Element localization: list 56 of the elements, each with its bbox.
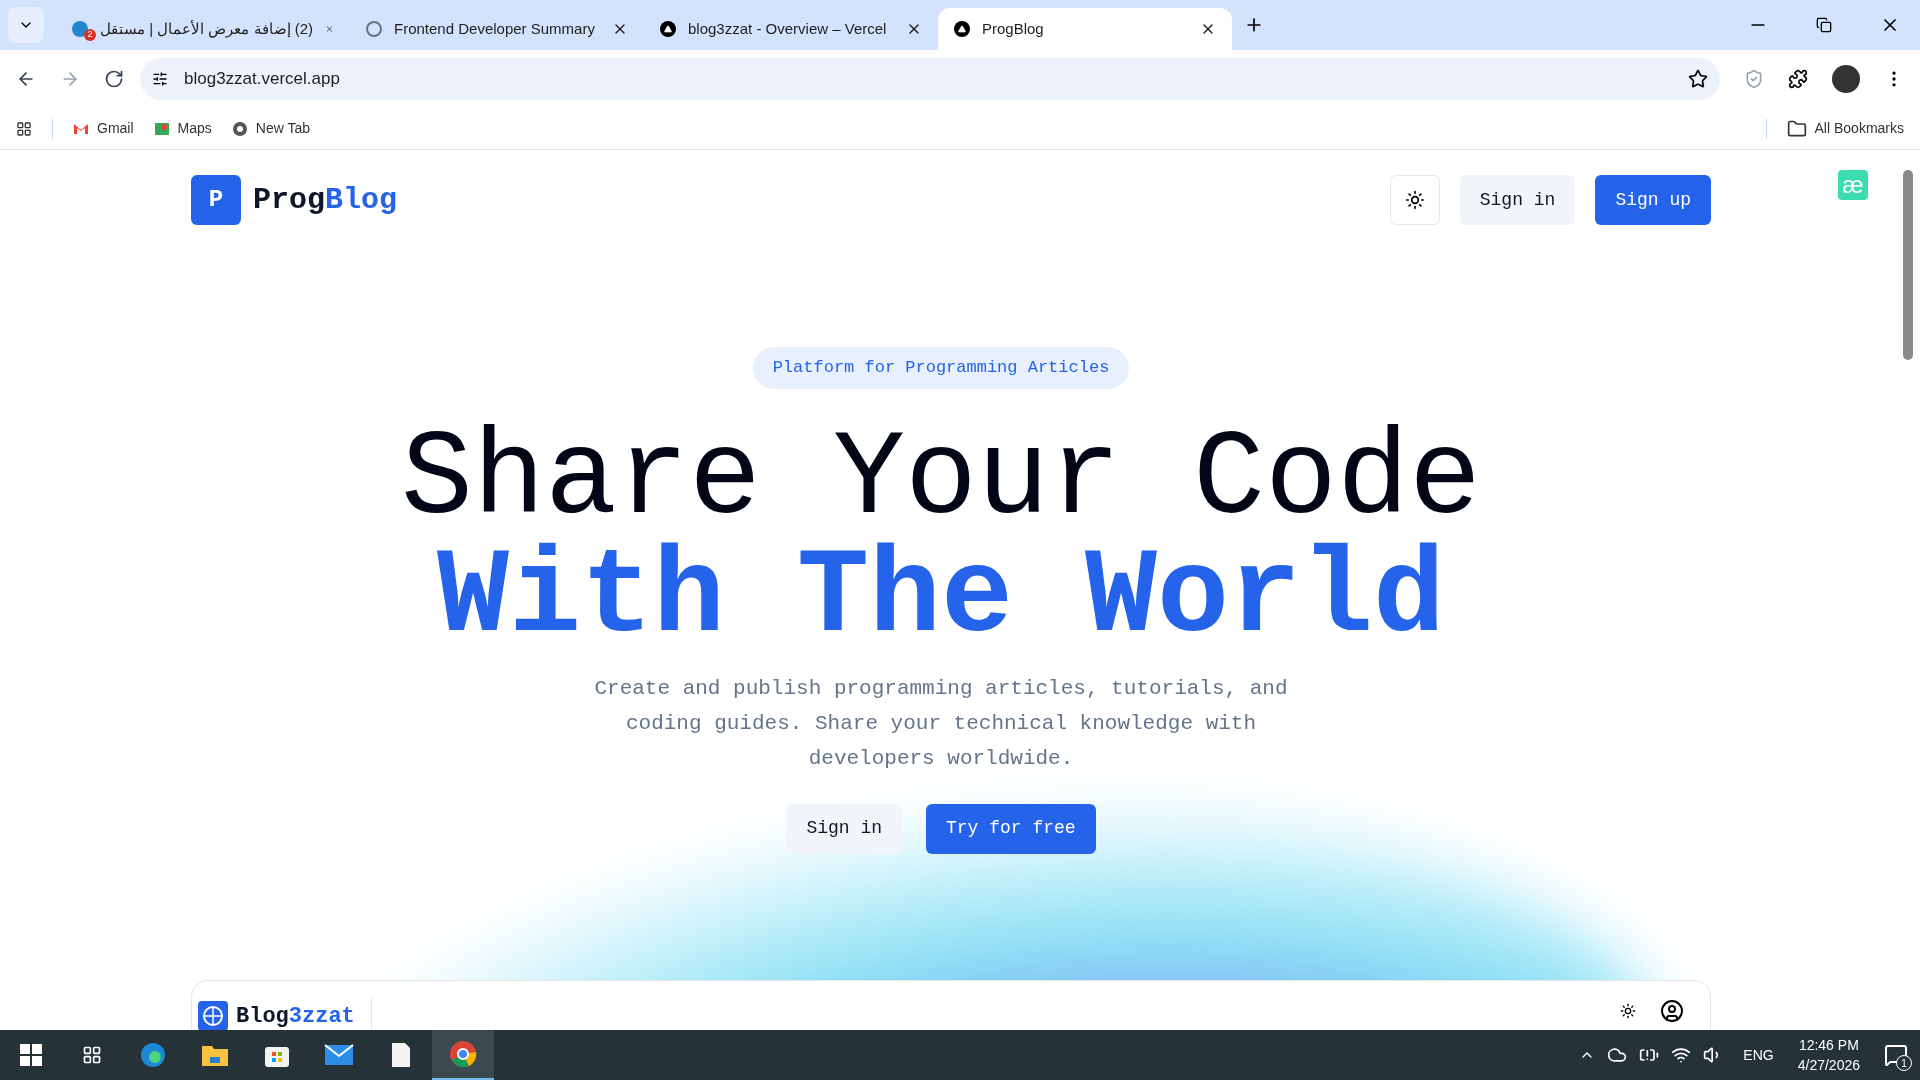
sun-icon <box>1404 190 1425 210</box>
headline: Share Your Code <box>400 420 1482 539</box>
chrome-icon <box>231 120 248 137</box>
all-bookmarks-button[interactable]: All Bookmarks <box>1786 118 1904 139</box>
bookmark-star-icon[interactable] <box>1688 69 1708 89</box>
folder-icon <box>1786 118 1807 139</box>
folder-icon[interactable] <box>201 1043 229 1067</box>
tab-title: (2) إضافة معرض الأعمال | مستقل <box>100 18 314 40</box>
theme-icon[interactable] <box>1620 1003 1636 1019</box>
notifications-icon[interactable] <box>1884 1043 1908 1067</box>
shield-icon[interactable] <box>1744 69 1764 89</box>
scrollbar[interactable] <box>1903 170 1913 360</box>
url-text: blog3zzat.vercel.app <box>184 68 340 91</box>
task-view-icon[interactable] <box>82 1045 102 1065</box>
bookmark-item[interactable]: New Tab <box>231 118 310 139</box>
notification-badge: 2 <box>84 29 96 41</box>
primary-button[interactable]: Sign up <box>1595 175 1711 225</box>
extensions-icon[interactable] <box>1788 69 1808 89</box>
browser-tab[interactable]: blog3zzat - Overview – Vercel <box>644 8 938 50</box>
site-icon <box>72 21 88 37</box>
site-settings-icon[interactable] <box>152 71 168 87</box>
preview-logo-text: Blog3zzat <box>236 1002 355 1030</box>
avatar-icon[interactable] <box>1832 65 1860 93</box>
document-icon[interactable] <box>391 1042 411 1068</box>
secondary-button[interactable]: Sign in <box>1459 175 1576 225</box>
logo-text[interactable]: ProgBlog <box>253 177 398 223</box>
clock-date[interactable]: 4/27/2026 <box>1797 1055 1860 1075</box>
language-indicator[interactable]: ENG <box>1743 1044 1774 1066</box>
headline: With The World <box>436 538 1446 657</box>
apps-icon[interactable] <box>16 120 32 137</box>
bookmark-item[interactable]: Maps <box>153 118 212 139</box>
theme-toggle-button[interactable] <box>1389 175 1440 225</box>
tab-title: Frontend Developer Summary <box>394 18 596 39</box>
edge-icon[interactable] <box>139 1041 167 1069</box>
clock-time[interactable]: 12:46 PM <box>1798 1035 1859 1055</box>
user-icon[interactable] <box>1660 999 1684 1023</box>
mail-icon <box>73 122 89 135</box>
notification-count: 1 <box>1896 1055 1912 1071</box>
tagline-pill: Platform for Programming Articles <box>752 347 1130 389</box>
browser-tab[interactable]: ProgBlog <box>938 8 1232 50</box>
envelope-icon[interactable] <box>324 1044 354 1066</box>
restore-icon[interactable] <box>1816 17 1832 33</box>
chrome-icon[interactable] <box>449 1040 477 1068</box>
tab-title: blog3zzat - Overview – Vercel <box>688 18 888 39</box>
reload-icon[interactable] <box>104 69 124 89</box>
cloud-icon[interactable] <box>1607 1045 1628 1065</box>
tab-title: ProgBlog <box>982 18 1045 39</box>
wifi-icon[interactable] <box>1671 1045 1692 1065</box>
logo-icon: P <box>191 175 241 225</box>
browser-tab[interactable]: Frontend Developer Summary <box>350 8 644 50</box>
primary-button[interactable]: Try for free <box>926 803 1096 854</box>
address-bar[interactable]: blog3zzat.vercel.app <box>140 58 1720 100</box>
windows-start-icon[interactable] <box>20 1044 42 1066</box>
description: Create and publish programming articles, tutorials, and coding guides. Share your technical knowledge with developers worldwide. <box>593 675 1289 772</box>
bookmark-item[interactable]: Gmail <box>73 118 134 139</box>
secondary-button[interactable]: Sign in <box>786 803 902 854</box>
